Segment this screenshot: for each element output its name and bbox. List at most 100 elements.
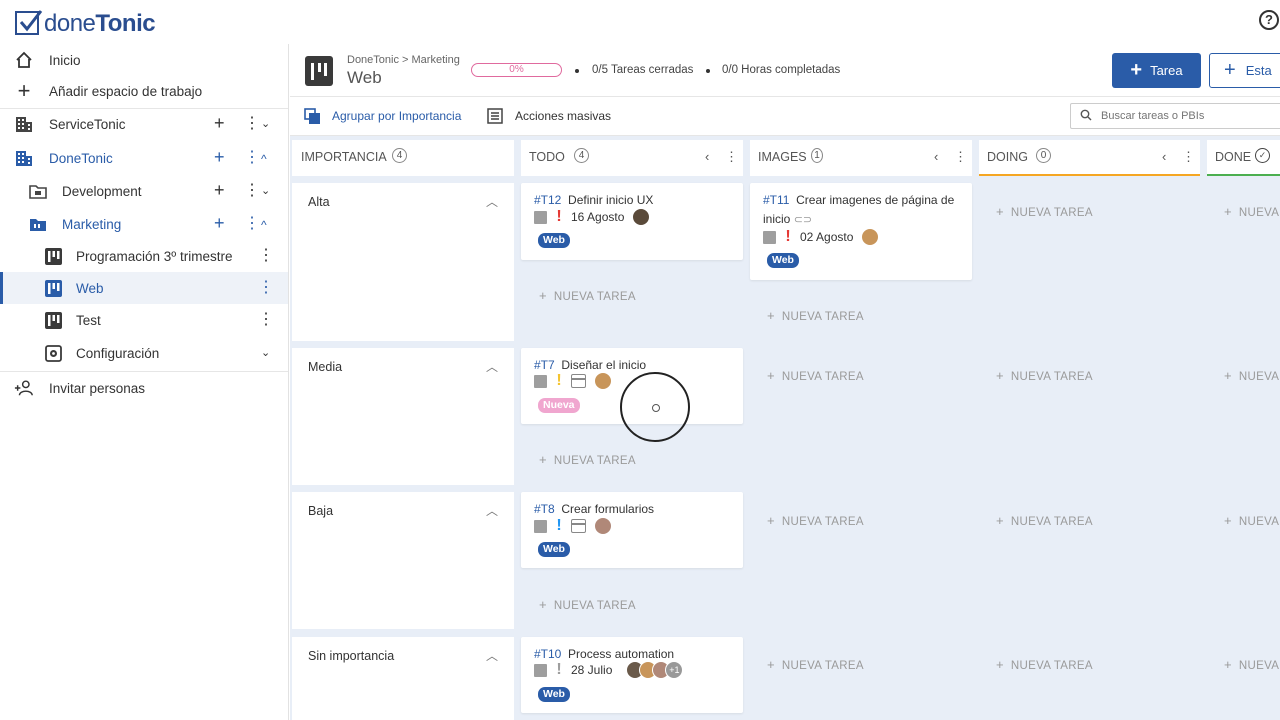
tag-badge[interactable]: Web xyxy=(538,542,570,557)
more-vertical-icon[interactable]: ⋮ xyxy=(258,280,274,296)
status-square-icon[interactable] xyxy=(534,374,547,388)
new-task-inline-button[interactable]: + NUEVA TAREA xyxy=(767,657,864,672)
calendar-icon[interactable] xyxy=(571,374,586,388)
more-vertical-icon[interactable]: ⋮ xyxy=(244,116,260,132)
avatar-group[interactable]: +1 xyxy=(626,661,684,679)
card-id[interactable]: #T11 xyxy=(763,193,789,207)
chevron-up-icon[interactable]: ^ xyxy=(261,151,267,167)
column-header-images[interactable]: IMAGES 1 ‹ ⋮ xyxy=(750,140,972,176)
more-vertical-icon[interactable]: ⋮ xyxy=(244,216,260,232)
new-task-inline-button[interactable]: + NUEVA TAREA xyxy=(767,308,864,323)
collapse-left-icon[interactable]: ‹ xyxy=(934,149,938,164)
sidebar-item-add-workspace[interactable]: + Añadir espacio de trabajo xyxy=(0,75,288,107)
tag-badge[interactable]: Nueva xyxy=(538,398,580,413)
new-task-inline-button[interactable]: + NUEVA TAREA xyxy=(539,597,636,612)
chevron-up-icon[interactable]: ︿ xyxy=(486,502,498,519)
card-id[interactable]: #T10 xyxy=(534,647,561,661)
chevron-up-icon[interactable]: ︿ xyxy=(486,647,498,664)
new-task-inline-button[interactable]: + NUEVA TAREA xyxy=(996,204,1093,219)
status-square-icon[interactable] xyxy=(763,230,776,244)
help-icon[interactable]: ? xyxy=(1259,10,1279,30)
task-card-t8[interactable]: #T8 Crear formularios ! Web xyxy=(521,492,743,568)
add-icon[interactable]: + xyxy=(214,148,225,166)
new-task-inline-button[interactable]: + NUEVA xyxy=(1224,368,1279,383)
avatar[interactable] xyxy=(594,517,612,535)
new-task-inline-button[interactable]: + NUEVA xyxy=(1224,204,1279,219)
tag-badge[interactable]: Web xyxy=(538,687,570,702)
tag-badge[interactable]: Web xyxy=(767,253,799,268)
more-vertical-icon[interactable]: ⋮ xyxy=(954,149,967,165)
add-icon[interactable]: + xyxy=(214,114,225,132)
collapse-left-icon[interactable]: ‹ xyxy=(1162,149,1166,164)
new-task-inline-button[interactable]: + NUEVA xyxy=(1224,657,1279,672)
more-vertical-icon[interactable]: ⋮ xyxy=(1182,149,1195,165)
more-vertical-icon[interactable]: ⋮ xyxy=(725,149,738,165)
more-vertical-icon[interactable]: ⋮ xyxy=(258,248,274,264)
sidebar-item-donetonic[interactable]: DoneTonic + ⋮ ^ xyxy=(0,142,288,174)
task-card-t10[interactable]: #T10 Process automation ! 28 Julio +1 We… xyxy=(521,637,743,713)
status-square-icon[interactable] xyxy=(534,663,547,677)
add-icon[interactable]: + xyxy=(214,181,225,199)
avatar[interactable] xyxy=(632,208,651,226)
chevron-up-icon[interactable]: ︿ xyxy=(486,193,498,210)
avatar[interactable] xyxy=(594,372,612,390)
new-task-inline-button[interactable]: + NUEVA TAREA xyxy=(996,513,1093,528)
avatar[interactable] xyxy=(861,228,880,246)
sidebar-item-test[interactable]: Test ⋮ xyxy=(0,304,288,336)
group-by-button[interactable]: Agrupar por Importancia xyxy=(332,109,461,123)
due-date[interactable]: 02 Agosto xyxy=(800,230,853,244)
sidebar-item-marketing[interactable]: Marketing + ⋮ ^ xyxy=(0,208,288,240)
card-id[interactable]: #T8 xyxy=(534,502,555,516)
card-id[interactable]: #T7 xyxy=(534,358,555,372)
priority-low-icon[interactable]: ! xyxy=(555,518,563,534)
sidebar-item-web[interactable]: Web ⋮ xyxy=(0,272,288,304)
chevron-up-icon[interactable]: ^ xyxy=(261,217,267,233)
group-media: Media ︿ xyxy=(292,348,514,485)
priority-none-icon[interactable]: ! xyxy=(555,662,563,678)
new-task-inline-button[interactable]: + NUEVA TAREA xyxy=(996,657,1093,672)
status-square-icon[interactable] xyxy=(534,519,547,533)
chevron-down-icon[interactable]: ⌄ xyxy=(261,116,270,132)
priority-high-icon[interactable]: ! xyxy=(784,229,792,245)
sidebar-item-servicetonic[interactable]: ServiceTonic + ⋮ ⌄ xyxy=(0,108,288,140)
sidebar-item-inicio[interactable]: Inicio xyxy=(0,44,288,76)
collapse-left-icon[interactable]: ‹ xyxy=(705,149,709,164)
new-task-button[interactable]: + Tarea xyxy=(1112,53,1201,88)
new-task-inline-button[interactable]: + NUEVA xyxy=(1224,513,1279,528)
due-date[interactable]: 28 Julio xyxy=(571,663,612,677)
status-square-icon[interactable] xyxy=(534,210,547,224)
chevron-down-icon[interactable]: ⌄ xyxy=(261,345,270,361)
bulk-actions-button[interactable]: Acciones masivas xyxy=(515,109,611,123)
calendar-icon[interactable] xyxy=(571,519,586,533)
more-vertical-icon[interactable]: ⋮ xyxy=(244,150,260,166)
card-id[interactable]: #T12 xyxy=(534,193,561,207)
due-date[interactable]: 16 Agosto xyxy=(571,210,624,224)
add-icon[interactable]: + xyxy=(214,214,225,232)
chevron-down-icon[interactable]: ⌄ xyxy=(261,183,270,199)
new-state-button[interactable]: + Esta xyxy=(1209,53,1280,88)
chevron-up-icon[interactable]: ︿ xyxy=(486,358,498,375)
column-header-doing[interactable]: DOING 0 ‹ ⋮ xyxy=(979,140,1200,176)
column-header-todo[interactable]: TODO 4 ‹ ⋮ xyxy=(521,140,743,176)
sidebar-item-development[interactable]: Development + ⋮ ⌄ xyxy=(0,175,288,207)
sidebar-item-invite[interactable]: Invitar personas xyxy=(0,372,288,404)
new-task-inline-button[interactable]: + NUEVA TAREA xyxy=(539,288,636,303)
search-input[interactable] xyxy=(1101,108,1276,124)
priority-medium-icon[interactable]: ! xyxy=(555,373,563,389)
new-task-inline-button[interactable]: + NUEVA TAREA xyxy=(996,368,1093,383)
more-vertical-icon[interactable]: ⋮ xyxy=(244,183,260,199)
sidebar-item-configuracion[interactable]: Configuración ⌄ xyxy=(0,337,288,369)
sidebar-item-programacion[interactable]: Programación 3º trimestre ⋮ xyxy=(0,240,288,272)
tag-badge[interactable]: Web xyxy=(538,233,570,248)
task-card-t11[interactable]: #T11 Crear imagenes de página de inicio … xyxy=(750,183,972,280)
new-task-inline-button[interactable]: + NUEVA TAREA xyxy=(767,513,864,528)
new-task-inline-button[interactable]: + NUEVA TAREA xyxy=(767,368,864,383)
app-logo[interactable]: done Tonic xyxy=(14,4,156,38)
more-vertical-icon[interactable]: ⋮ xyxy=(258,312,274,328)
priority-high-icon[interactable]: ! xyxy=(555,209,563,225)
breadcrumb[interactable]: DoneTonic > Marketing xyxy=(347,54,460,66)
new-task-inline-button[interactable]: + NUEVA TAREA xyxy=(539,452,636,467)
column-header-done[interactable]: DONE ✓ xyxy=(1207,140,1280,176)
task-card-t12[interactable]: #T12 Definir inicio UX ! 16 Agosto Web xyxy=(521,183,743,260)
search-box[interactable] xyxy=(1070,103,1280,129)
